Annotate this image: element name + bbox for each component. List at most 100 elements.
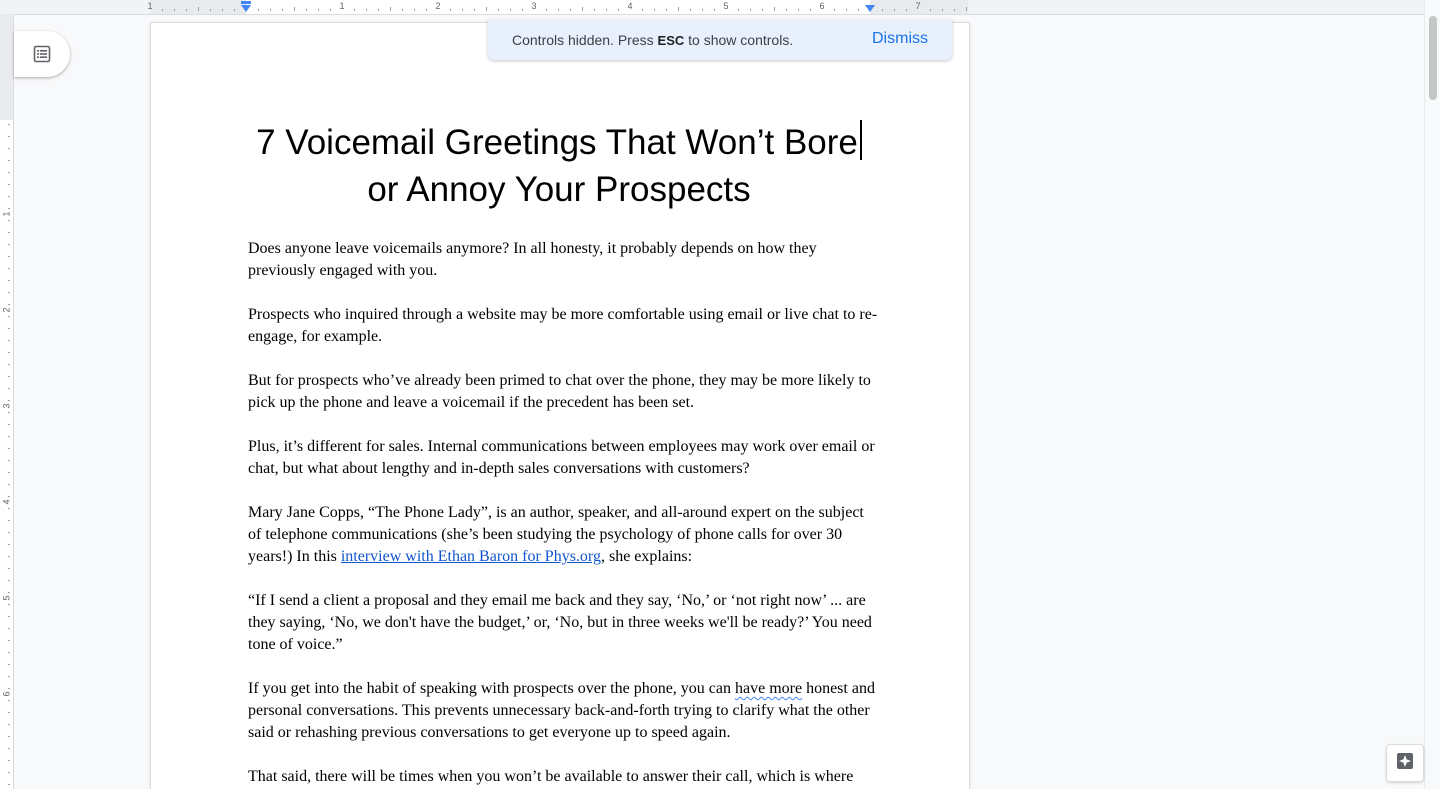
show-outline-button[interactable] [14, 31, 70, 77]
scrollbar-thumb[interactable] [1429, 16, 1437, 100]
ruler-number: 3 [531, 1, 537, 11]
ruler-number: 4 [627, 1, 633, 11]
vertical-ruler-number: 1 [1, 211, 12, 217]
paragraph-text: If you get into the habit of speaking wi… [248, 680, 735, 697]
dismiss-button[interactable]: Dismiss [872, 20, 928, 58]
ruler-tick [894, 9, 895, 11]
vertical-ruler-tick [8, 424, 10, 425]
ruler-tick [582, 7, 583, 11]
vertical-ruler-number: 3 [1, 403, 12, 409]
vertical-ruler-tick [8, 760, 10, 761]
vertical-ruler-tick [8, 256, 10, 257]
ruler-tick [270, 9, 271, 11]
ruler-tick [414, 9, 415, 11]
ruler-tick [462, 9, 463, 11]
grammar-suggestion[interactable]: have more [735, 680, 802, 697]
ruler-tick [834, 9, 835, 11]
ruler-tick [954, 9, 955, 11]
paragraph-text: , she explains: [600, 548, 693, 565]
docs-app: 1 1 2 3 4 5 6 7 1 2 3 4 5 6 7 Voicemail … [0, 0, 1440, 789]
document-page[interactable]: 7 Voicemail Greetings That Won’t Bore or… [150, 22, 970, 789]
document-body[interactable]: Does anyone leave voicemails anymore? In… [248, 238, 878, 789]
left-indent-handle[interactable] [241, 5, 251, 12]
right-indent-handle[interactable] [865, 5, 875, 12]
vertical-ruler-tick [8, 352, 10, 353]
ruler-tick [930, 9, 931, 11]
vertical-ruler-number: 5 [1, 595, 12, 601]
vertical-ruler-number: 2 [1, 307, 12, 313]
vertical-ruler-tick [8, 364, 10, 365]
vertical-ruler-tick [8, 412, 10, 413]
ruler-tick [546, 9, 547, 11]
ruler-tick [906, 9, 907, 11]
vertical-ruler-tick [8, 292, 10, 293]
document-outline-icon [33, 45, 51, 63]
ruler-top-margin [0, 14, 13, 120]
title-line-2: or Annoy Your Prospects [367, 170, 751, 209]
ruler-number: 6 [819, 1, 825, 11]
ruler-tick [882, 9, 883, 11]
ruler-tick [750, 9, 751, 11]
horizontal-ruler[interactable]: 1 1 2 3 4 5 6 7 [0, 0, 1424, 15]
vertical-ruler-tick [8, 784, 10, 785]
ruler-tick [642, 9, 643, 11]
vertical-ruler-number: 4 [1, 499, 12, 505]
vertical-ruler-tick [8, 724, 10, 725]
ruler-tick [774, 7, 775, 11]
ruler-tick [654, 9, 655, 11]
ruler-tick [798, 9, 799, 11]
vertical-ruler-tick [8, 604, 10, 605]
vertical-ruler-tick [8, 232, 10, 233]
ruler-tick [186, 9, 187, 11]
ruler-tick [282, 9, 283, 11]
ruler-tick [378, 9, 379, 11]
title-line-1: 7 Voicemail Greetings That Won’t Bore [256, 123, 858, 162]
paragraph: If you get into the habit of speaking wi… [248, 678, 878, 744]
vertical-ruler-tick [8, 568, 10, 569]
vertical-ruler-tick [8, 628, 10, 629]
ruler-tick [606, 9, 607, 11]
vertical-ruler[interactable]: 1 2 3 4 5 6 [0, 14, 14, 789]
ruler-tick [306, 9, 307, 11]
ruler-number: 1 [339, 1, 345, 11]
ruler-tick [174, 9, 175, 11]
vertical-ruler-tick [8, 160, 10, 161]
vertical-scrollbar[interactable] [1424, 0, 1440, 789]
vertical-ruler-tick [8, 472, 10, 473]
vertical-ruler-tick [8, 172, 10, 173]
paragraph: Mary Jane Copps, “The Phone Lady”, is an… [248, 502, 878, 568]
ruler-tick [354, 9, 355, 11]
ruler-tick [618, 9, 619, 11]
ruler-tick [810, 9, 811, 11]
document-title[interactable]: 7 Voicemail Greetings That Won’t Bore or… [248, 119, 870, 213]
ruler-tick [210, 9, 211, 11]
ruler-tick [294, 7, 295, 11]
vertical-ruler-tick [8, 664, 10, 665]
ruler-tick [942, 9, 943, 11]
notification-text: to show controls. [684, 32, 794, 48]
ruler-tick [702, 9, 703, 11]
ruler-page-area [150, 0, 968, 14]
ruler-tick [858, 9, 859, 11]
first-line-indent-handle[interactable] [241, 1, 251, 4]
ruler-tick [762, 9, 763, 11]
vertical-ruler-tick [8, 772, 10, 773]
vertical-ruler-tick [8, 520, 10, 521]
ruler-tick [966, 7, 967, 11]
paragraph: That said, there will be times when you … [248, 768, 854, 785]
vertical-ruler-tick [8, 124, 10, 125]
ruler-tick [318, 9, 319, 11]
ruler-tick [390, 7, 391, 11]
vertical-ruler-tick [8, 652, 10, 653]
vertical-ruler-tick [8, 280, 10, 281]
ruler-tick [162, 9, 163, 11]
vertical-ruler-tick [8, 712, 10, 713]
vertical-ruler-tick [8, 748, 10, 749]
explore-sparkle-icon [1395, 751, 1415, 776]
explore-button[interactable] [1386, 744, 1424, 782]
phys-org-interview-link[interactable]: interview with Ethan Baron for Phys.org [341, 548, 601, 565]
vertical-ruler-tick [8, 676, 10, 677]
ruler-tick [678, 7, 679, 11]
ruler-tick [234, 9, 235, 11]
ruler-tick [330, 9, 331, 11]
